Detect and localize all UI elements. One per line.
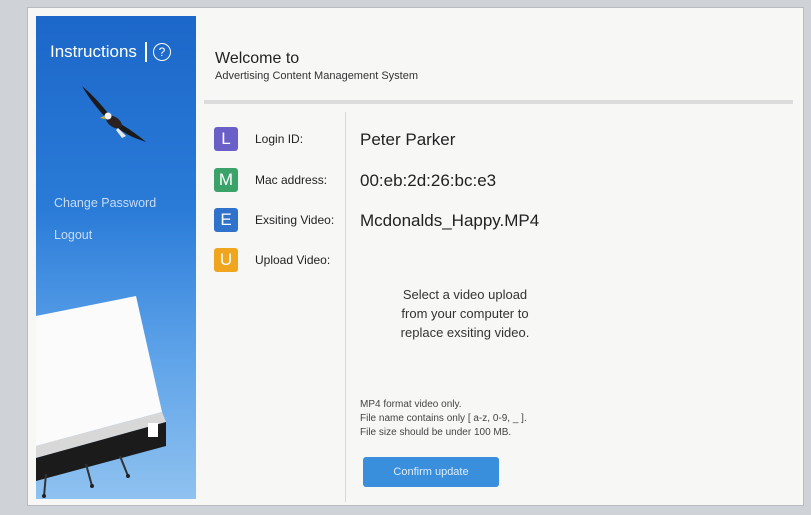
upload-prompt-line: replace exsiting video.	[400, 325, 530, 340]
page-subtitle: Advertising Content Management System	[215, 70, 418, 82]
login-letter-icon: L	[214, 127, 238, 151]
upload-letter-icon: U	[214, 248, 238, 272]
column-divider	[345, 112, 346, 502]
mac-address-row: M Mac address:	[214, 168, 327, 192]
instructions-label: Instructions	[50, 42, 137, 61]
upload-video-row: U Upload Video:	[214, 248, 330, 272]
divider	[144, 42, 147, 62]
logout-link[interactable]: Logout	[54, 228, 92, 242]
upload-drop-area[interactable]: Select a video upload from your computer…	[350, 285, 580, 342]
confirm-update-button[interactable]: Confirm update	[363, 457, 499, 487]
existing-video-row: E Exsiting Video:	[214, 208, 334, 232]
help-icon[interactable]: ?	[152, 43, 171, 61]
requirement-note: File size should be under 100 MB.	[360, 427, 512, 438]
mac-address-label: Mac address:	[255, 173, 328, 187]
requirement-note: File name contains only [ a-z, 0-9, _ ].	[360, 413, 527, 424]
login-id-value: Peter Parker	[360, 130, 456, 149]
login-id-row: L Login ID:	[214, 127, 303, 151]
billboard-image	[36, 296, 166, 498]
instructions-link[interactable]: Instructions ?	[50, 42, 171, 62]
mac-letter-icon: M	[214, 168, 238, 192]
existing-letter-icon: E	[214, 208, 238, 232]
change-password-link[interactable]: Change Password	[54, 196, 156, 210]
existing-video-label: Exsiting Video:	[255, 213, 335, 227]
upload-prompt-line: Select a video upload	[402, 287, 528, 302]
upload-video-label: Upload Video:	[255, 253, 331, 267]
app-frame: Instructions ? Change Password Logout We…	[28, 8, 803, 505]
header-divider	[204, 100, 793, 104]
mac-address-value: 00:eb:2d:26:bc:e3	[360, 171, 497, 190]
upload-requirements: MP4 format video only. File name contain…	[360, 398, 527, 440]
existing-video-value: Mcdonalds_Happy.MP4	[360, 211, 540, 230]
requirement-note: MP4 format video only.	[360, 399, 462, 410]
sidebar: Instructions ? Change Password Logout	[36, 16, 196, 499]
page-title: Welcome to	[215, 50, 300, 67]
upload-prompt-line: from your computer to	[401, 306, 529, 321]
login-id-label: Login ID:	[255, 132, 304, 146]
eagle-logo-icon	[82, 86, 146, 142]
